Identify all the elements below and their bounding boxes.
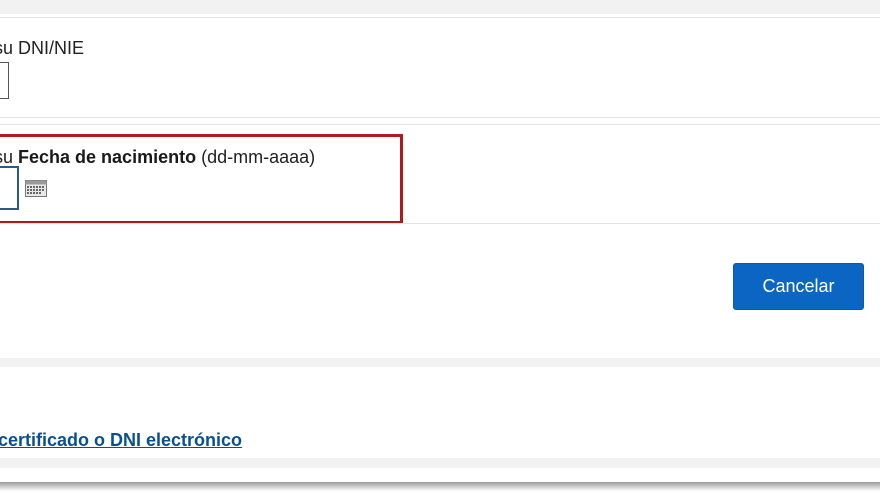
section-band	[0, 358, 880, 367]
form-panel: su DNI/NIE su Fecha de nacimiento (dd-mm…	[0, 0, 880, 482]
dni-input[interactable]	[0, 62, 9, 99]
window-shadow	[0, 482, 880, 495]
divider	[0, 124, 880, 125]
divider	[0, 223, 880, 224]
birthdate-highlight-box	[0, 134, 403, 224]
bottom-band	[0, 458, 880, 468]
dni-label: su DNI/NIE	[0, 38, 85, 58]
divider	[0, 117, 880, 118]
top-band	[0, 0, 880, 14]
certificate-link[interactable]: certificado o DNI electrónico	[0, 430, 242, 451]
divider	[0, 17, 880, 18]
cancel-button[interactable]: Cancelar	[733, 263, 864, 310]
